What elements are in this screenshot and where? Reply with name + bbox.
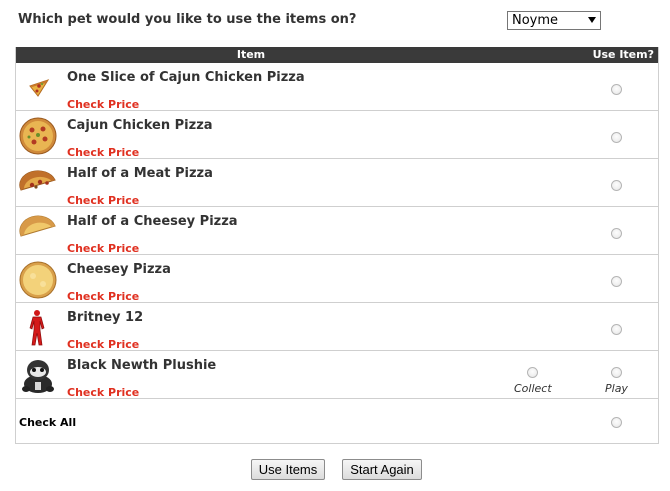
table-row: Half of a Cheesey Pizza Check Price bbox=[16, 207, 658, 255]
use-item-radio[interactable] bbox=[611, 132, 622, 143]
check-price-link[interactable]: Check Price bbox=[67, 146, 139, 159]
table-row: Black Newth Plushie Check Price Collect … bbox=[16, 351, 658, 399]
use-item-radio[interactable] bbox=[611, 84, 622, 95]
item-name: One Slice of Cajun Chicken Pizza bbox=[67, 70, 305, 85]
collect-label: Collect bbox=[514, 382, 552, 395]
pet-prompt: Which pet would you like to use the item… bbox=[18, 12, 357, 27]
check-price-link[interactable]: Check Price bbox=[67, 386, 139, 399]
use-item-radio[interactable] bbox=[611, 228, 622, 239]
table-row: Half of a Meat Pizza Check Price bbox=[16, 159, 658, 207]
item-name: Half of a Meat Pizza bbox=[67, 166, 213, 181]
cheese-pizza-icon bbox=[19, 261, 57, 299]
use-items-button[interactable]: Use Items bbox=[251, 459, 325, 480]
table-row: Britney 12 Check Price bbox=[16, 303, 658, 351]
use-item-radio[interactable] bbox=[611, 276, 622, 287]
pet-select-value: Noyme bbox=[512, 13, 559, 28]
table-row: Cheesey Pizza Check Price bbox=[16, 255, 658, 303]
half-meat-pizza-icon bbox=[19, 170, 56, 191]
check-price-link[interactable]: Check Price bbox=[67, 242, 139, 255]
item-name: Half of a Cheesey Pizza bbox=[67, 214, 238, 229]
play-radio[interactable] bbox=[611, 367, 622, 378]
whole-pizza-icon bbox=[19, 117, 57, 155]
check-all-row: Check All bbox=[16, 399, 658, 443]
check-price-link[interactable]: Check Price bbox=[67, 338, 139, 351]
check-price-link[interactable]: Check Price bbox=[67, 194, 139, 207]
item-name: Cheesey Pizza bbox=[67, 262, 171, 277]
start-again-button[interactable]: Start Again bbox=[342, 459, 422, 480]
red-outfit-icon bbox=[29, 310, 45, 346]
use-item-radio[interactable] bbox=[611, 324, 622, 335]
half-cheese-pizza-icon bbox=[19, 215, 56, 237]
newth-plushie-icon bbox=[22, 360, 54, 393]
table-row: Cajun Chicken Pizza Check Price bbox=[16, 111, 658, 159]
header-use-item: Use Item? bbox=[592, 48, 654, 61]
header-item: Item bbox=[236, 48, 266, 61]
check-all-label: Check All bbox=[19, 416, 77, 429]
pizza-slice-icon bbox=[29, 79, 50, 97]
check-price-link[interactable]: Check Price bbox=[67, 290, 139, 303]
play-label: Play bbox=[605, 382, 628, 395]
items-table: Item Use Item? One Slice of Cajun Chicke… bbox=[15, 47, 659, 444]
check-all-radio[interactable] bbox=[611, 417, 622, 428]
check-price-link[interactable]: Check Price bbox=[67, 98, 139, 111]
table-row: One Slice of Cajun Chicken Pizza Check P… bbox=[16, 63, 658, 111]
collect-radio[interactable] bbox=[527, 367, 538, 378]
use-item-radio[interactable] bbox=[611, 180, 622, 191]
pet-select[interactable]: Noyme bbox=[507, 11, 601, 30]
item-name: Black Newth Plushie bbox=[67, 358, 217, 373]
item-name: Cajun Chicken Pizza bbox=[67, 118, 213, 133]
table-header: Item Use Item? bbox=[16, 47, 658, 63]
item-name: Britney 12 bbox=[67, 310, 144, 325]
dropdown-arrow-icon bbox=[588, 17, 596, 23]
